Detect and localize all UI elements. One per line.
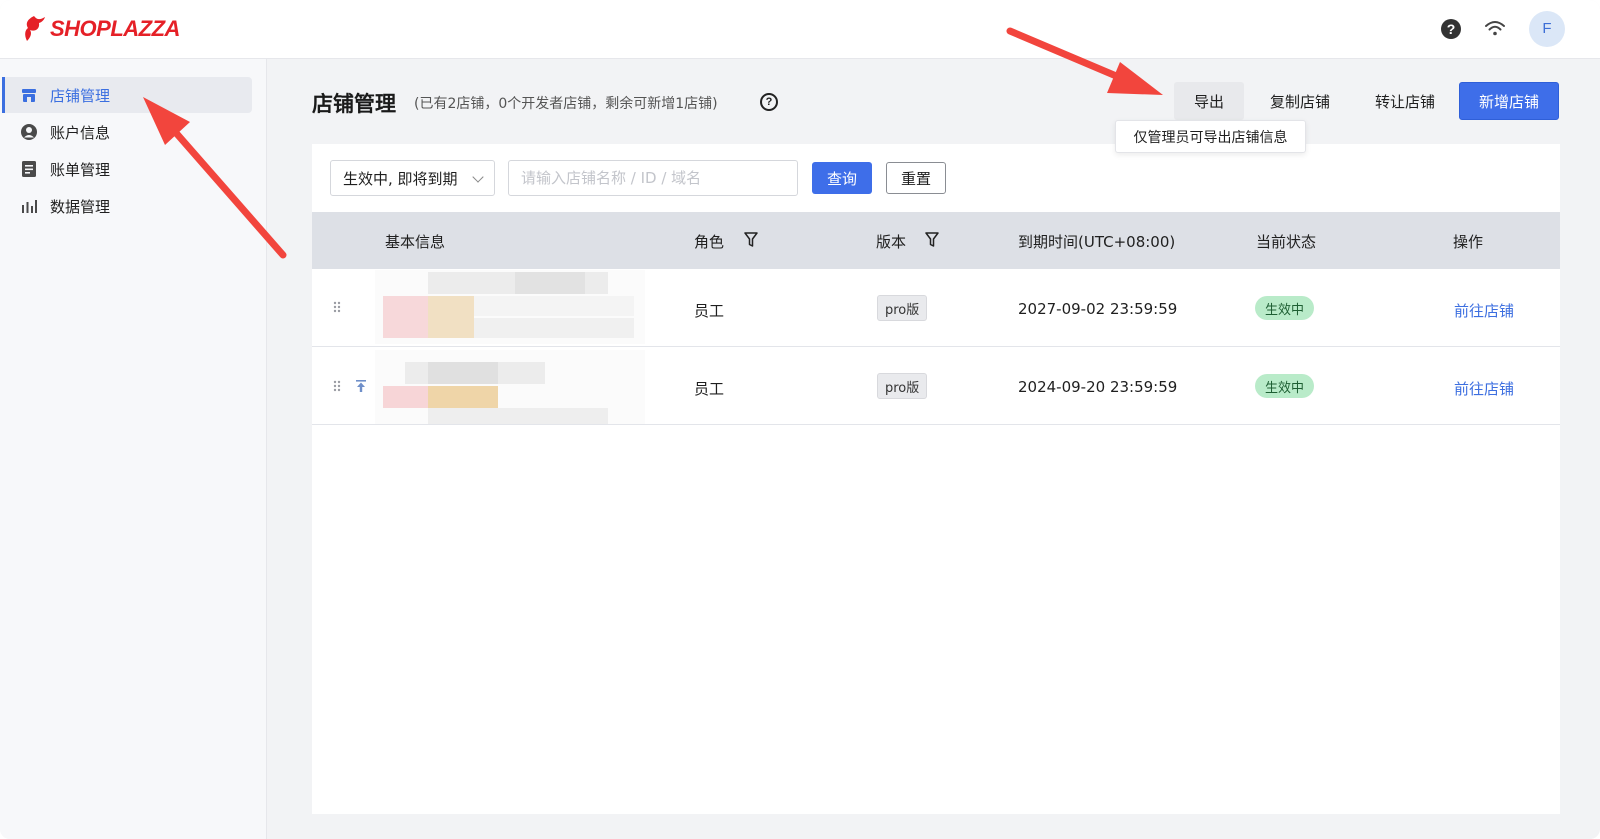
export-button[interactable]: 导出	[1174, 82, 1244, 120]
chevron-down-icon	[472, 171, 484, 183]
wifi-icon[interactable]	[1484, 19, 1506, 39]
store-info-blurred[interactable]	[375, 270, 645, 344]
app-frame: SHOPLAZZA ? F 店铺管理 账户信息 账单管理 数据管理 店铺管理 (…	[0, 0, 1600, 839]
column-header-status: 当前状态	[1256, 233, 1317, 251]
status-filter-value: 生效中, 即将到期	[343, 169, 458, 188]
sidebar-item-account-info[interactable]: 账户信息	[2, 114, 252, 150]
column-header-expiry: 到期时间(UTC+08:00)	[1018, 233, 1176, 251]
top-bar: SHOPLAZZA ? F	[0, 0, 1600, 59]
version-tag: pro版	[877, 373, 928, 399]
shoplazza-logo-mark-icon	[25, 16, 45, 41]
filter-icon[interactable]	[925, 232, 939, 248]
sidebar-item-data-management[interactable]: 数据管理	[2, 188, 252, 224]
question-circle-icon[interactable]: ?	[1441, 19, 1461, 39]
shoplazza-logo[interactable]: SHOPLAZZA	[22, 14, 180, 44]
role-cell: 员工	[694, 302, 725, 320]
column-header-version: 版本	[876, 233, 907, 251]
store-search-input[interactable]	[508, 160, 798, 196]
transfer-store-button[interactable]: 转让店铺	[1363, 82, 1447, 120]
status-badge: 生效中	[1255, 374, 1315, 398]
export-tooltip: 仅管理员可导出店铺信息	[1115, 120, 1306, 153]
go-to-store-link[interactable]: 前往店铺	[1454, 300, 1514, 321]
sidebar-item-label: 数据管理	[50, 197, 111, 216]
logo-text: SHOPLAZZA	[50, 16, 180, 41]
column-header-actions: 操作	[1453, 233, 1484, 251]
status-filter-select[interactable]: 生效中, 即将到期	[330, 160, 495, 196]
bill-icon	[22, 161, 36, 177]
store-info-blurred[interactable]	[375, 350, 645, 424]
pin-to-top-icon[interactable]	[354, 379, 368, 393]
store-quota-text: (已有2店铺，0个开发者店铺，剩余可新增1店铺)	[414, 96, 718, 112]
user-icon	[21, 124, 37, 140]
drag-handle-icon[interactable]	[333, 380, 341, 392]
status-badge: 生效中	[1255, 296, 1315, 320]
sidebar-item-label: 账单管理	[50, 160, 111, 179]
column-header-basic-info: 基本信息	[385, 233, 446, 251]
expiry-cell: 2024-09-20 23:59:59	[1018, 378, 1178, 396]
sidebar-item-label: 账户信息	[50, 123, 111, 142]
sidebar-item-store-management[interactable]: 店铺管理	[2, 77, 252, 113]
bar-chart-icon	[22, 200, 37, 213]
store-icon	[22, 89, 36, 102]
drag-handle-icon[interactable]	[333, 301, 341, 313]
sidebar-item-billing[interactable]: 账单管理	[2, 151, 252, 187]
sidebar-item-label: 店铺管理	[50, 86, 111, 105]
filter-icon[interactable]	[744, 232, 758, 248]
page-title: 店铺管理	[312, 92, 396, 116]
help-circle-icon[interactable]: ?	[760, 93, 778, 111]
expiry-cell: 2027-09-02 23:59:59	[1018, 300, 1178, 318]
avatar[interactable]: F	[1529, 11, 1565, 47]
new-store-button[interactable]: 新增店铺	[1459, 82, 1559, 120]
column-header-role: 角色	[694, 233, 725, 251]
query-button[interactable]: 查询	[812, 162, 872, 194]
reset-button[interactable]: 重置	[886, 162, 946, 194]
role-cell: 员工	[694, 380, 725, 398]
go-to-store-link[interactable]: 前往店铺	[1454, 378, 1514, 399]
copy-store-button[interactable]: 复制店铺	[1258, 82, 1342, 120]
version-tag: pro版	[877, 295, 928, 321]
